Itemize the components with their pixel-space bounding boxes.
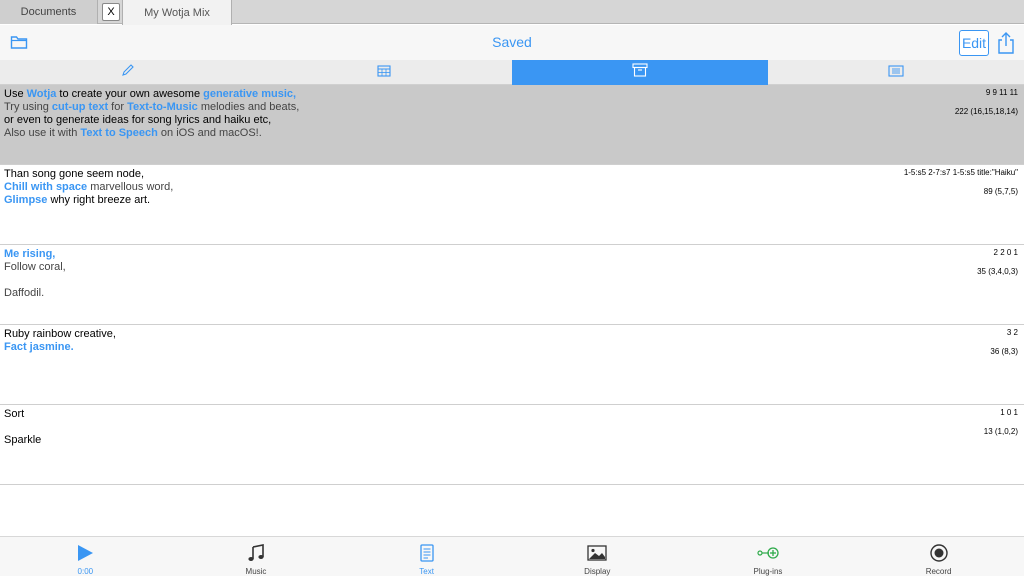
tab-text[interactable]: Text: [341, 537, 512, 576]
text-segment: Also use it with: [4, 127, 81, 139]
text-segment: or even to generate ideas for song lyric…: [4, 114, 272, 126]
plug-in-icon: [757, 543, 779, 563]
text-segment: on iOS and macOS!.: [157, 127, 262, 139]
bottom-tab-bar: 0:00 Music Text Display Plug-ins Record: [0, 536, 1024, 576]
row-text-block: Than song gone seem node, Chill with spac…: [4, 168, 173, 207]
tab-play[interactable]: 0:00: [0, 537, 171, 576]
highlighted-word: Text-to-Music: [127, 101, 198, 113]
text-line: Me rising,: [4, 248, 66, 261]
tab-my-wotja-mix[interactable]: My Wotja Mix: [122, 0, 232, 25]
text-list: Use Wotja to create your own awesome gen…: [0, 85, 1024, 485]
segment-edit[interactable]: [0, 60, 256, 85]
page-title: Saved: [492, 34, 532, 50]
highlighted-word: Chill with space: [4, 181, 88, 193]
tab-display-label: Display: [584, 567, 611, 576]
navigation-bar: Saved Edit: [0, 25, 1024, 60]
text-line: Daffodil.: [4, 287, 66, 300]
text-segment: melodies and beats,: [197, 101, 300, 113]
highlighted-word: Text to Speech: [80, 127, 158, 139]
row-syllable-counts: 36 (8,3): [990, 347, 1018, 356]
text-document-icon: [416, 543, 438, 563]
row-word-counts: 2 2 0 1: [993, 248, 1018, 257]
tab-documents[interactable]: Documents: [0, 0, 98, 24]
calendar-grid-icon: [377, 64, 391, 82]
tab-music[interactable]: Music: [171, 537, 342, 576]
row-word-counts: 3 2: [1006, 328, 1018, 337]
text-line: Also use it with Text to Speech on iOS a…: [4, 127, 299, 140]
text-list-row[interactable]: Than song gone seem node, Chill with spac…: [0, 165, 1024, 245]
row-word-counts: 1-5:s5 2-7:s7 1-5:s5 title:"Haiku": [903, 168, 1018, 177]
text-line: Chill with space marvellous word,: [4, 181, 173, 194]
view-segment-bar: [0, 60, 1024, 85]
text-segment: Follow coral,: [4, 261, 66, 273]
row-syllable-counts: 13 (1,0,2): [983, 427, 1018, 436]
tab-plugins[interactable]: Plug-ins: [683, 537, 854, 576]
tab-plugins-label: Plug-ins: [753, 567, 783, 576]
text-line: Follow coral,: [4, 261, 66, 274]
text-line: [4, 421, 41, 434]
text-line: Glimpse why right breeze art.: [4, 194, 173, 207]
text-line: Sort: [4, 408, 41, 421]
text-line: Use Wotja to create your own awesome gen…: [4, 88, 299, 101]
edit-button[interactable]: Edit: [959, 30, 989, 56]
text-list-row[interactable]: Use Wotja to create your own awesome gen…: [0, 85, 1024, 165]
row-syllable-counts: 89 (5,7,5): [983, 187, 1018, 196]
tab-record[interactable]: Record: [853, 537, 1024, 576]
text-segment: why right breeze art.: [47, 194, 151, 206]
row-syllable-counts: 35 (3,4,0,3): [977, 267, 1018, 276]
text-line: or even to generate ideas for song lyric…: [4, 114, 299, 127]
segment-list[interactable]: [768, 60, 1024, 85]
text-line: Fact jasmine.: [4, 341, 116, 354]
text-segment: Try using: [4, 101, 52, 113]
highlighted-word: Me rising,: [4, 248, 56, 260]
segment-archive[interactable]: [512, 60, 768, 85]
share-icon[interactable]: [996, 31, 1016, 55]
text-segment: Sort: [4, 408, 25, 420]
highlighted-word: generative music,: [203, 88, 297, 100]
text-line: Ruby rainbow creative,: [4, 328, 116, 341]
text-segment: for: [108, 101, 128, 113]
text-line: Than song gone seem node,: [4, 168, 173, 181]
row-text-block: Use Wotja to create your own awesome gen…: [4, 88, 299, 140]
list-lines-icon: [888, 64, 904, 82]
text-segment: Use: [4, 88, 27, 100]
row-word-counts: 1 0 1: [1000, 408, 1018, 417]
tab-close-button[interactable]: X: [102, 3, 120, 21]
row-text-block: Me rising, Follow coral, Daffodil.: [4, 248, 66, 300]
text-line: Sparkle: [4, 434, 41, 447]
row-text-block: Ruby rainbow creative, Fact jasmine.: [4, 328, 116, 354]
image-icon: [586, 543, 608, 563]
highlighted-word: Wotja: [26, 88, 57, 100]
highlighted-word: Fact jasmine.: [4, 341, 74, 353]
tab-record-label: Record: [925, 567, 952, 576]
row-syllable-counts: 222 (16,15,18,14): [954, 107, 1018, 116]
row-text-block: Sort Sparkle: [4, 408, 41, 447]
row-word-counts: 9 9 11 11: [985, 88, 1018, 97]
segment-calendar[interactable]: [256, 60, 512, 85]
highlighted-word: Glimpse: [4, 194, 48, 206]
pencil-icon: [121, 63, 135, 82]
text-segment: Than song gone seem node,: [4, 168, 145, 180]
text-segment: Sparkle: [4, 434, 42, 446]
text-segment: marvellous word,: [87, 181, 174, 193]
music-note-icon: [245, 543, 267, 563]
tab-display[interactable]: Display: [512, 537, 683, 576]
highlighted-word: cut-up text: [51, 101, 109, 113]
text-segment: Daffodil.: [4, 287, 45, 299]
text-list-row[interactable]: Ruby rainbow creative, Fact jasmine. 3 2 36…: [0, 325, 1024, 405]
record-icon: [928, 543, 950, 563]
text-segment: to create your own awesome: [56, 88, 204, 100]
document-tab-strip: Documents X My Wotja Mix: [0, 0, 1024, 25]
text-line: [4, 274, 66, 287]
archive-box-icon: [632, 63, 648, 82]
text-line: Try using cut-up text for Text-to-Music …: [4, 101, 299, 114]
text-list-row[interactable]: Me rising, Follow coral, Daffodil. 2 2 0 1 3…: [0, 245, 1024, 325]
text-segment: Ruby rainbow creative,: [4, 328, 116, 340]
play-icon: [74, 543, 96, 563]
play-time-label: 0:00: [77, 567, 94, 576]
tab-music-label: Music: [245, 567, 267, 576]
text-list-row[interactable]: Sort Sparkle 1 0 1 13 (1,0,2): [0, 405, 1024, 485]
tab-text-label: Text: [419, 567, 434, 576]
